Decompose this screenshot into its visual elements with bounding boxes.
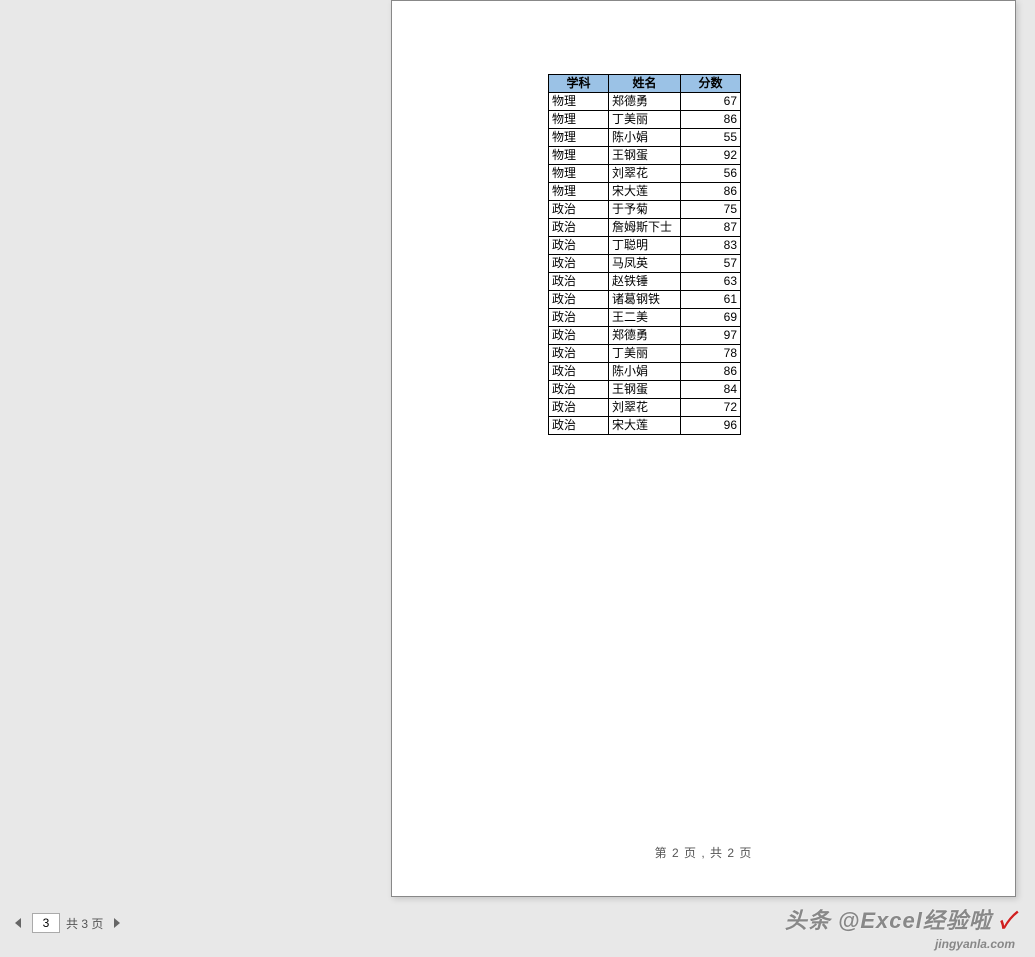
cell-subject: 政治 [549, 309, 609, 327]
table-row: 政治宋大莲96 [549, 417, 741, 435]
cell-score: 75 [681, 201, 741, 219]
table-row: 政治刘翠花72 [549, 399, 741, 417]
cell-name: 郑德勇 [609, 93, 681, 111]
table-row: 政治王二美69 [549, 309, 741, 327]
cell-name: 刘翠花 [609, 165, 681, 183]
table-row: 政治詹姆斯下士87 [549, 219, 741, 237]
cell-subject: 物理 [549, 147, 609, 165]
cell-subject: 物理 [549, 165, 609, 183]
cell-name: 马凤英 [609, 255, 681, 273]
cell-subject: 物理 [549, 129, 609, 147]
cell-score: 86 [681, 183, 741, 201]
watermark-sub: jingyanla.com [935, 937, 1015, 951]
cell-score: 92 [681, 147, 741, 165]
cell-subject: 政治 [549, 237, 609, 255]
cell-subject: 政治 [549, 219, 609, 237]
prev-page-button[interactable] [12, 916, 26, 930]
cell-score: 69 [681, 309, 741, 327]
next-page-button[interactable] [109, 916, 123, 930]
cell-subject: 政治 [549, 327, 609, 345]
cell-score: 96 [681, 417, 741, 435]
cell-subject: 物理 [549, 183, 609, 201]
header-name: 姓名 [609, 75, 681, 93]
cell-name: 刘翠花 [609, 399, 681, 417]
cell-score: 97 [681, 327, 741, 345]
cell-name: 郑德勇 [609, 327, 681, 345]
cell-subject: 政治 [549, 381, 609, 399]
data-table: 学科 姓名 分数 物理郑德勇67物理丁美丽86物理陈小娟55物理王钢蛋92物理刘… [548, 74, 741, 435]
table-header-row: 学科 姓名 分数 [549, 75, 741, 93]
cell-name: 陈小娟 [609, 129, 681, 147]
table-row: 政治诸葛钢铁61 [549, 291, 741, 309]
cell-score: 72 [681, 399, 741, 417]
cell-score: 61 [681, 291, 741, 309]
table-row: 政治赵铁锤63 [549, 273, 741, 291]
cell-name: 陈小娟 [609, 363, 681, 381]
cell-name: 赵铁锤 [609, 273, 681, 291]
table-row: 政治丁聪明83 [549, 237, 741, 255]
cell-score: 67 [681, 93, 741, 111]
cell-subject: 政治 [549, 201, 609, 219]
print-page: 学科 姓名 分数 物理郑德勇67物理丁美丽86物理陈小娟55物理王钢蛋92物理刘… [391, 0, 1016, 897]
table-row: 物理刘翠花56 [549, 165, 741, 183]
header-score: 分数 [681, 75, 741, 93]
table-row: 政治于予菊75 [549, 201, 741, 219]
cell-subject: 政治 [549, 399, 609, 417]
cell-name: 宋大莲 [609, 417, 681, 435]
table-row: 物理陈小娟55 [549, 129, 741, 147]
cell-subject: 政治 [549, 363, 609, 381]
cell-subject: 政治 [549, 345, 609, 363]
cell-score: 86 [681, 111, 741, 129]
table-row: 政治王钢蛋84 [549, 381, 741, 399]
cell-score: 87 [681, 219, 741, 237]
page-number-input[interactable] [32, 913, 60, 933]
cell-score: 86 [681, 363, 741, 381]
cell-name: 丁美丽 [609, 345, 681, 363]
cell-score: 55 [681, 129, 741, 147]
cell-name: 王钢蛋 [609, 147, 681, 165]
table-row: 物理郑德勇67 [549, 93, 741, 111]
cell-name: 宋大莲 [609, 183, 681, 201]
watermark-check-icon: ✓ [999, 908, 1015, 933]
cell-score: 78 [681, 345, 741, 363]
table-row: 物理丁美丽86 [549, 111, 741, 129]
cell-score: 63 [681, 273, 741, 291]
cell-name: 詹姆斯下士 [609, 219, 681, 237]
cell-name: 丁美丽 [609, 111, 681, 129]
page-nav: 共 3 页 [12, 913, 123, 933]
cell-name: 王钢蛋 [609, 381, 681, 399]
watermark: 头条 @Excel经验啦 ✓ [785, 903, 1015, 935]
cell-subject: 政治 [549, 273, 609, 291]
cell-subject: 物理 [549, 93, 609, 111]
cell-score: 83 [681, 237, 741, 255]
cell-name: 诸葛钢铁 [609, 291, 681, 309]
cell-score: 57 [681, 255, 741, 273]
header-subject: 学科 [549, 75, 609, 93]
table-row: 物理王钢蛋92 [549, 147, 741, 165]
table-row: 政治马凤英57 [549, 255, 741, 273]
cell-subject: 政治 [549, 417, 609, 435]
watermark-text: 头条 @Excel经验啦 [785, 908, 992, 933]
page-footer-text: 第 2 页 , 共 2 页 [392, 844, 1015, 861]
cell-score: 56 [681, 165, 741, 183]
cell-name: 王二美 [609, 309, 681, 327]
table-row: 政治丁美丽78 [549, 345, 741, 363]
cell-subject: 政治 [549, 291, 609, 309]
table-row: 政治陈小娟86 [549, 363, 741, 381]
cell-subject: 政治 [549, 255, 609, 273]
cell-score: 84 [681, 381, 741, 399]
cell-name: 于予菊 [609, 201, 681, 219]
table-row: 政治郑德勇97 [549, 327, 741, 345]
cell-subject: 物理 [549, 111, 609, 129]
page-total-label: 共 3 页 [66, 915, 103, 932]
table-row: 物理宋大莲86 [549, 183, 741, 201]
cell-name: 丁聪明 [609, 237, 681, 255]
